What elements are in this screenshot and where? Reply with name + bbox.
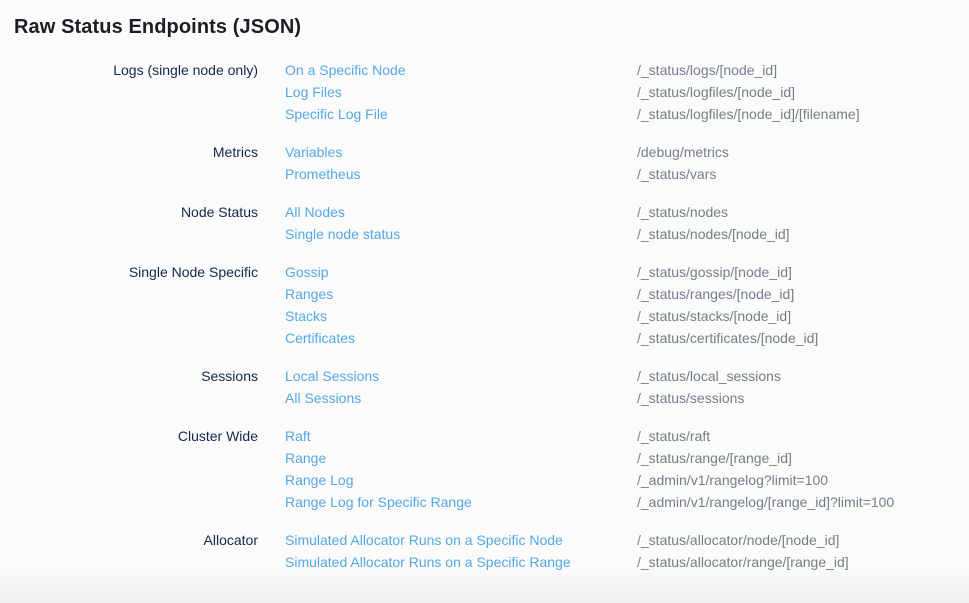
endpoint-link[interactable]: Variables: [285, 141, 342, 163]
endpoint-path: /_status/vars: [637, 163, 969, 185]
endpoint-paths-column: /_status/gossip/[node_id]/_status/ranges…: [637, 261, 969, 349]
endpoint-link[interactable]: All Sessions: [285, 387, 361, 409]
endpoint-group: Logs (single node only)On a Specific Nod…: [0, 59, 969, 125]
endpoint-path: /_status/logfiles/[node_id]: [637, 81, 969, 103]
endpoint-link[interactable]: On a Specific Node: [285, 59, 406, 81]
endpoint-path: /_status/stacks/[node_id]: [637, 305, 969, 327]
endpoint-links-column: Local SessionsAll Sessions: [285, 365, 637, 409]
endpoint-link[interactable]: Raft: [285, 425, 311, 447]
endpoint-link[interactable]: All Nodes: [285, 201, 345, 223]
endpoint-path: /_status/local_sessions: [637, 365, 969, 387]
endpoint-path: /_status/sessions: [637, 387, 969, 409]
endpoint-group: Cluster WideRaftRangeRange LogRange Log …: [0, 425, 969, 513]
endpoint-path: /_status/allocator/node/[node_id]: [637, 529, 969, 551]
endpoint-path: /_admin/v1/rangelog?limit=100: [637, 469, 969, 491]
endpoint-link[interactable]: Prometheus: [285, 163, 360, 185]
endpoint-category-label: Sessions: [0, 365, 285, 409]
endpoint-links-column: On a Specific NodeLog FilesSpecific Log …: [285, 59, 637, 125]
endpoint-group: Single Node SpecificGossipRangesStacksCe…: [0, 261, 969, 349]
endpoint-category-label: Node Status: [0, 201, 285, 245]
endpoint-links-column: RaftRangeRange LogRange Log for Specific…: [285, 425, 637, 513]
endpoint-category-label: Metrics: [0, 141, 285, 185]
page-title: Raw Status Endpoints (JSON): [14, 14, 969, 40]
endpoint-link[interactable]: Single node status: [285, 223, 400, 245]
endpoint-path: /_status/nodes/[node_id]: [637, 223, 969, 245]
endpoint-link[interactable]: Range Log for Specific Range: [285, 491, 472, 513]
endpoint-link[interactable]: Local Sessions: [285, 365, 379, 387]
endpoint-paths-column: /debug/metrics/_status/vars: [637, 141, 969, 185]
endpoint-category-label: Logs (single node only): [0, 59, 285, 125]
endpoint-links-column: Simulated Allocator Runs on a Specific N…: [285, 529, 637, 573]
endpoint-groups: Logs (single node only)On a Specific Nod…: [0, 59, 969, 573]
endpoint-path: /_status/allocator/range/[range_id]: [637, 551, 969, 573]
endpoint-link[interactable]: Gossip: [285, 261, 329, 283]
endpoint-path: /_status/logs/[node_id]: [637, 59, 969, 81]
endpoint-path: /debug/metrics: [637, 141, 969, 163]
endpoint-path: /_status/nodes: [637, 201, 969, 223]
endpoint-group: AllocatorSimulated Allocator Runs on a S…: [0, 529, 969, 573]
endpoint-path: /_status/certificates/[node_id]: [637, 327, 969, 349]
endpoint-path: /_status/ranges/[node_id]: [637, 283, 969, 305]
endpoint-link[interactable]: Range: [285, 447, 326, 469]
endpoint-category-label: Single Node Specific: [0, 261, 285, 349]
endpoint-link[interactable]: Log Files: [285, 81, 342, 103]
endpoint-link[interactable]: Range Log: [285, 469, 354, 491]
endpoint-paths-column: /_status/logs/[node_id]/_status/logfiles…: [637, 59, 969, 125]
endpoint-path: /_status/logfiles/[node_id]/[filename]: [637, 103, 969, 125]
endpoint-group: MetricsVariablesPrometheus/debug/metrics…: [0, 141, 969, 185]
endpoint-link[interactable]: Stacks: [285, 305, 327, 327]
endpoint-group: Node StatusAll NodesSingle node status/_…: [0, 201, 969, 245]
endpoint-paths-column: /_status/raft/_status/range/[range_id]/_…: [637, 425, 969, 513]
endpoint-category-label: Allocator: [0, 529, 285, 573]
endpoint-links-column: VariablesPrometheus: [285, 141, 637, 185]
endpoint-link[interactable]: Specific Log File: [285, 103, 388, 125]
endpoint-paths-column: /_status/allocator/node/[node_id]/_statu…: [637, 529, 969, 573]
endpoint-path: /_status/gossip/[node_id]: [637, 261, 969, 283]
endpoint-links-column: GossipRangesStacksCertificates: [285, 261, 637, 349]
endpoint-category-label: Cluster Wide: [0, 425, 285, 513]
endpoint-path: /_admin/v1/rangelog/[range_id]?limit=100: [637, 491, 969, 513]
endpoint-link[interactable]: Certificates: [285, 327, 355, 349]
endpoint-paths-column: /_status/nodes/_status/nodes/[node_id]: [637, 201, 969, 245]
endpoint-path: /_status/raft: [637, 425, 969, 447]
endpoint-link[interactable]: Simulated Allocator Runs on a Specific N…: [285, 529, 563, 551]
endpoint-group: SessionsLocal SessionsAll Sessions/_stat…: [0, 365, 969, 409]
endpoint-link[interactable]: Ranges: [285, 283, 333, 305]
endpoint-paths-column: /_status/local_sessions/_status/sessions: [637, 365, 969, 409]
endpoint-links-column: All NodesSingle node status: [285, 201, 637, 245]
endpoint-path: /_status/range/[range_id]: [637, 447, 969, 469]
endpoint-link[interactable]: Simulated Allocator Runs on a Specific R…: [285, 551, 571, 573]
